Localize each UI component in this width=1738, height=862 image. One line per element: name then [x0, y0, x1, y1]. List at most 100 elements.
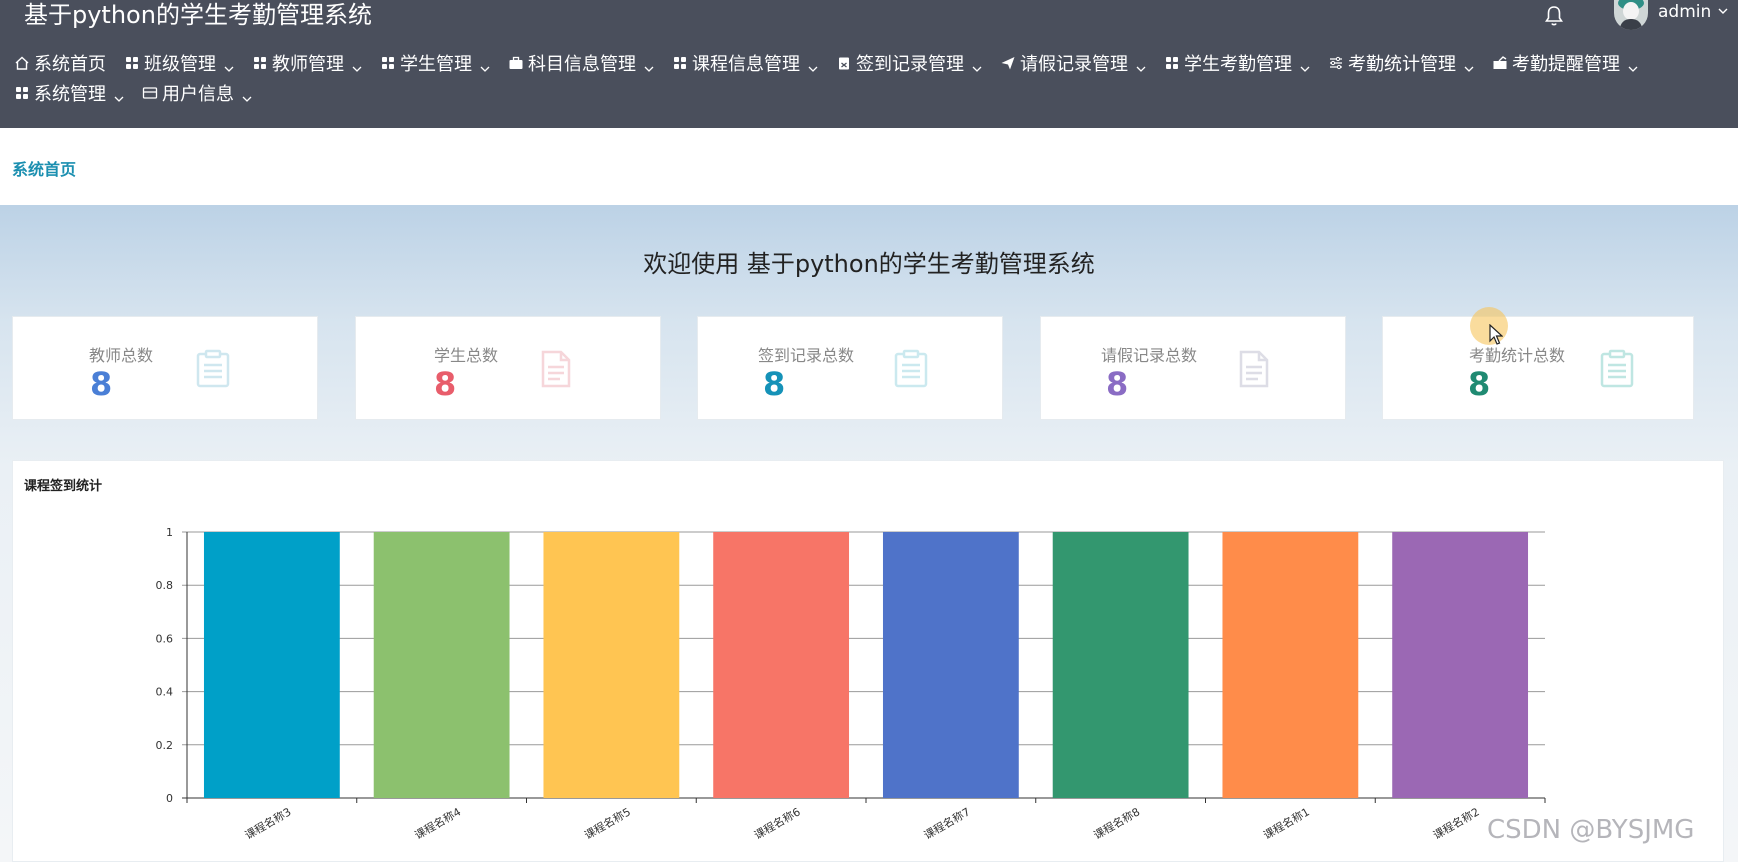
chevron-down-icon — [242, 88, 252, 102]
chevron-down-icon — [224, 58, 234, 72]
stat-label: 学生总数 — [434, 346, 499, 365]
nav-item[interactable]: 班级管理 — [124, 50, 234, 76]
app-title: 基于python的学生考勤管理系统 — [24, 1, 372, 29]
x-tick-label: 课程名称2 — [1430, 804, 1481, 842]
stat-card[interactable]: 请假记录总数 8 — [1040, 316, 1346, 420]
nav-item[interactable]: 用户信息 — [142, 80, 252, 106]
clipboard-icon — [836, 55, 852, 71]
welcome-heading: 欢迎使用 基于python的学生考勤管理系统 — [643, 250, 1095, 278]
nav-item-label: 教师管理 — [272, 54, 344, 75]
x-tick-label: 课程名称1 — [1261, 804, 1312, 842]
stat-value: 8 — [434, 365, 457, 403]
chevron-down-icon — [972, 58, 982, 72]
nav-item-label: 考勤统计管理 — [1348, 54, 1456, 75]
y-tick-label: 0 — [166, 792, 173, 805]
stat-label: 签到记录总数 — [758, 346, 855, 365]
nav-item-label: 请假记录管理 — [1020, 54, 1128, 75]
grid-icon — [124, 55, 140, 71]
grid-icon — [672, 55, 688, 71]
chevron-down-icon — [480, 58, 490, 72]
bar — [1392, 532, 1529, 798]
nav-item-label: 学生考勤管理 — [1184, 54, 1292, 75]
chevron-down-icon — [1136, 58, 1146, 72]
y-tick-label: 1 — [166, 526, 173, 539]
x-tick-label: 课程名称5 — [582, 804, 633, 842]
chevron-down-icon — [114, 88, 124, 102]
grid-icon — [252, 55, 268, 71]
nav-item[interactable]: 学生考勤管理 — [1164, 50, 1310, 76]
stat-label: 请假记录总数 — [1101, 346, 1198, 365]
y-tick-label: 0.2 — [156, 739, 174, 752]
stat-value: 8 — [763, 365, 786, 403]
grid-icon — [1164, 55, 1180, 71]
breadcrumb-bar — [0, 128, 1738, 205]
stat-card[interactable]: 教师总数 8 — [12, 316, 318, 420]
stat-label: 教师总数 — [89, 346, 154, 365]
chart-title: 课程签到统计 — [24, 479, 103, 494]
grid-icon — [380, 55, 396, 71]
chevron-down-icon — [352, 58, 362, 72]
nav-item-label: 课程信息管理 — [692, 54, 800, 75]
avatar[interactable] — [1614, 0, 1648, 30]
chevron-down-icon — [808, 58, 818, 72]
clipboard-icon — [193, 349, 233, 389]
stat-value: 8 — [90, 365, 113, 403]
nav-row: 系统管理 用户信息 — [14, 78, 1734, 108]
y-tick-label: 0.6 — [156, 632, 174, 645]
bell-icon[interactable] — [1542, 4, 1566, 28]
nav-item[interactable]: 课程信息管理 — [672, 50, 818, 76]
nav-item[interactable]: 考勤统计管理 — [1328, 50, 1474, 76]
nav-item-label: 用户信息 — [162, 84, 234, 105]
briefcase-icon — [508, 55, 524, 71]
main-nav: 系统首页 班级管理 教师管理 学生管理 科目信息管理 课程信息管理 签到记录管理 请假记录管理… — [14, 48, 1734, 108]
y-tick-label: 0.8 — [156, 579, 174, 592]
clipboard-icon — [891, 349, 931, 389]
chevron-down-icon[interactable] — [1718, 6, 1728, 16]
document-icon — [536, 349, 576, 389]
stat-card[interactable]: 签到记录总数 8 — [697, 316, 1003, 420]
stat-card[interactable]: 学生总数 8 — [355, 316, 661, 420]
chevron-down-icon — [1300, 58, 1310, 72]
bar — [373, 532, 510, 798]
nav-item[interactable]: 科目信息管理 — [508, 50, 654, 76]
nav-item[interactable]: 考勤提醒管理 — [1492, 50, 1638, 76]
x-tick-label: 课程名称4 — [412, 804, 463, 842]
bar — [882, 532, 1019, 798]
card-icon — [142, 85, 158, 101]
breadcrumb[interactable]: 系统首页 — [12, 156, 76, 180]
nav-item[interactable]: 系统管理 — [14, 80, 124, 106]
nav-item-label: 系统管理 — [34, 84, 106, 105]
bar — [543, 532, 680, 798]
nav-item-label: 考勤提醒管理 — [1512, 54, 1620, 75]
share-icon — [1492, 55, 1508, 71]
sliders-icon — [1328, 55, 1344, 71]
x-tick-label: 课程名称8 — [1091, 804, 1142, 842]
stat-label: 考勤统计总数 — [1469, 346, 1566, 365]
x-tick-label: 课程名称3 — [242, 804, 293, 842]
nav-item[interactable]: 教师管理 — [252, 50, 362, 76]
nav-item-label: 科目信息管理 — [528, 54, 636, 75]
grid-icon — [14, 85, 30, 101]
nav-item[interactable]: 签到记录管理 — [836, 50, 982, 76]
user-name[interactable]: admin — [1658, 2, 1711, 22]
chevron-down-icon — [1628, 58, 1638, 72]
nav-item[interactable]: 学生管理 — [380, 50, 490, 76]
x-tick-label: 课程名称6 — [751, 804, 802, 842]
nav-item[interactable]: 请假记录管理 — [1000, 50, 1146, 76]
nav-item[interactable]: 系统首页 — [14, 50, 106, 76]
bar-chart: 0 0.2 0.4 0.6 0.8 1 课程名称3 课程名称4 课程名称5 课程名称6 课程名称7 课… — [156, 526, 1546, 842]
watermark: CSDN @BYSJMG — [1487, 815, 1695, 845]
nav-item-label: 签到记录管理 — [856, 54, 964, 75]
home-icon — [14, 55, 30, 71]
document-icon — [1234, 349, 1274, 389]
nav-item-label: 系统首页 — [34, 54, 106, 75]
send-icon — [1000, 55, 1016, 71]
bar — [1052, 532, 1189, 798]
y-tick-label: 0.4 — [156, 686, 174, 699]
clipboard-icon — [1597, 349, 1637, 389]
stat-card[interactable]: 考勤统计总数 8 — [1382, 316, 1694, 420]
chevron-down-icon — [1464, 58, 1474, 72]
bar — [1222, 532, 1359, 798]
nav-item-label: 班级管理 — [144, 54, 216, 75]
mouse-cursor-icon — [1489, 324, 1503, 345]
